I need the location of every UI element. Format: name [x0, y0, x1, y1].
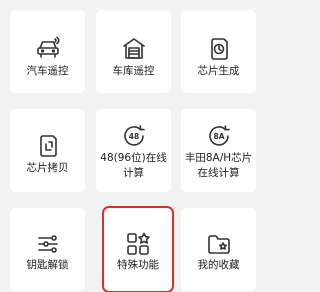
tile-chip-copy[interactable]: 芯片拷贝	[10, 109, 85, 192]
badge-8a: 8A	[213, 132, 224, 141]
garage-remote-icon	[121, 36, 147, 62]
tile-label: 芯片拷贝	[26, 162, 69, 174]
tile-label: 芯片生成	[197, 65, 240, 77]
favorites-folder-icon	[206, 231, 232, 257]
tile-label: 48(96位)在线计算	[100, 152, 167, 179]
special-functions-icon	[125, 231, 151, 257]
48-96-calc-icon: 48	[121, 123, 147, 149]
tile-toyota-8a-calc[interactable]: 8A 丰田8A/H芯片在线计算	[181, 109, 256, 192]
tile-label: 丰田8A/H芯片在线计算	[184, 152, 253, 179]
key-unlock-icon	[35, 231, 61, 257]
tile-chip-generate[interactable]: 芯片生成	[181, 10, 256, 93]
toyota-8a-calc-icon: 8A	[206, 123, 232, 149]
tile-special-functions[interactable]: 特殊功能	[102, 206, 174, 292]
badge-48: 48	[128, 132, 138, 141]
tile-garage-remote[interactable]: 车库遥控	[96, 10, 171, 93]
chip-generate-icon	[206, 36, 232, 62]
chip-copy-icon	[35, 133, 61, 159]
tile-label: 钥匙解锁	[26, 259, 69, 271]
tile-key-unlock[interactable]: 钥匙解锁	[10, 208, 85, 291]
car-remote-icon	[35, 36, 61, 62]
tile-label: 特殊功能	[117, 259, 159, 271]
tile-car-remote[interactable]: 汽车遥控	[10, 10, 85, 93]
tile-48-96-calc[interactable]: 48 48(96位)在线计算	[96, 109, 171, 192]
tile-favorites[interactable]: 我的收藏	[181, 208, 256, 291]
tile-label: 我的收藏	[197, 259, 240, 271]
tile-label: 汽车遥控	[26, 65, 69, 77]
tile-label: 车库遥控	[112, 65, 155, 77]
